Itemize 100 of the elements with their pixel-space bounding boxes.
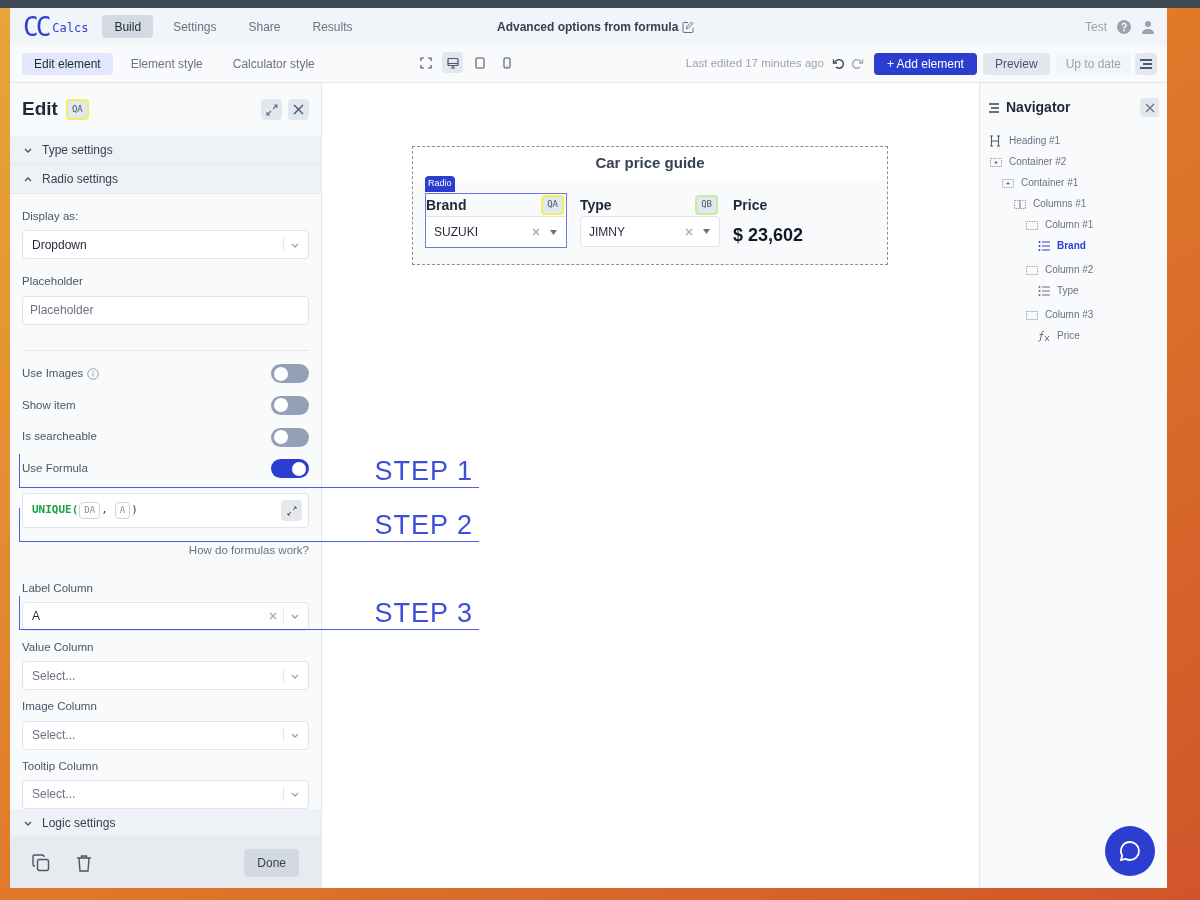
redo-icon[interactable] [850, 57, 864, 70]
toolbar-tab[interactable]: Element style [118, 52, 215, 75]
navigator-item[interactable]: Type [988, 280, 1159, 301]
toolbar-tab[interactable]: Calculator style [220, 52, 327, 75]
section-header[interactable]: Radio settings [10, 165, 321, 194]
toggle-label: Use Images [22, 365, 84, 381]
navigator-item[interactable]: Container #2 [988, 151, 1159, 172]
field-label: Value Column [22, 639, 95, 655]
navigator-item[interactable]: Brand [988, 235, 1159, 256]
navigator-item[interactable]: Column #3 [988, 304, 1159, 325]
element-type-tag: Radio [425, 176, 455, 192]
panel-title: Edit [22, 97, 58, 122]
dropdown-field[interactable]: SUZUKI [426, 216, 566, 247]
field-label: Display as: [22, 209, 80, 224]
field-label: Placeholder [22, 274, 84, 290]
expand-arrows-icon [265, 103, 278, 116]
formula-token: DA [79, 501, 101, 520]
dropdown-field[interactable]: Select... [22, 779, 309, 809]
formula-function: UNIQUE( [32, 502, 79, 519]
close-icon [1144, 102, 1155, 113]
navigator-item[interactable]: Columns #1 [988, 193, 1159, 214]
columns-icon [1014, 197, 1026, 210]
help-link[interactable]: How do formulas work? [188, 542, 309, 560]
close-button[interactable] [1140, 98, 1159, 117]
menu-button[interactable] [1135, 52, 1157, 75]
formula-editor[interactable]: UNIQUE( DA , A ) [22, 492, 309, 529]
price-value: $ 23,602 [733, 224, 804, 247]
expand-button[interactable] [261, 99, 282, 120]
trash-icon[interactable] [76, 854, 92, 872]
document-title: Advanced options from formula [497, 19, 679, 36]
dropdown-field[interactable]: Select... [22, 720, 309, 750]
question-badge: QA [541, 195, 564, 215]
navigator-item[interactable]: Price [988, 325, 1159, 346]
duplicate-icon[interactable] [32, 854, 50, 872]
close-icon [293, 104, 304, 115]
field-label: Type [580, 195, 612, 215]
nav-tab[interactable]: Results [300, 15, 365, 38]
dropdown-field[interactable]: Select... [22, 661, 309, 691]
container-icon [1002, 176, 1014, 189]
nav-tab[interactable]: Share [236, 15, 293, 38]
close-button[interactable] [288, 99, 309, 120]
section-header[interactable]: Type settings [10, 136, 321, 165]
formula-paren: ) [131, 502, 138, 519]
last-edited-text: Last edited 17 minutes ago [685, 55, 824, 71]
column-icon [1026, 218, 1038, 231]
list-icon [1038, 239, 1050, 252]
toggle-switch[interactable] [271, 427, 309, 447]
section-header[interactable]: Logic settings [10, 809, 321, 838]
list-icon [1038, 284, 1050, 297]
preview-button[interactable]: Preview [982, 52, 1050, 75]
chat-bubble-icon [1119, 840, 1141, 862]
column-icon [1026, 308, 1038, 321]
clear-icon [685, 227, 693, 236]
dropdown-field[interactable]: A [22, 601, 309, 631]
question-badge: QB [695, 195, 718, 215]
device-view-button[interactable] [442, 52, 463, 73]
step-label: STEP 1 [374, 458, 473, 485]
field-label: Brand [426, 195, 467, 215]
form-field[interactable]: Type QB JIMNY [579, 193, 721, 248]
toolbar-tab[interactable]: Edit element [22, 52, 113, 75]
toggle-switch[interactable] [271, 395, 309, 415]
expand-formula-button[interactable] [281, 500, 302, 521]
column-icon [1026, 263, 1038, 276]
menu-icon [1139, 57, 1153, 70]
navigator-item[interactable]: Heading #1 [988, 130, 1159, 151]
tablet-icon [473, 56, 486, 69]
undo-icon[interactable] [831, 57, 845, 70]
clear-icon [269, 612, 277, 621]
calculator-title: Car price guide [594, 153, 706, 174]
mobile-phone-icon [500, 56, 513, 69]
formula-separator: , [101, 502, 108, 519]
step-label: STEP 3 [374, 600, 473, 627]
done-button[interactable]: Done [244, 849, 299, 877]
toggle-switch[interactable] [271, 459, 309, 479]
toggle-label: Show item [22, 397, 76, 413]
menu-icon [988, 102, 1000, 113]
logo-text: Calcs [52, 19, 89, 37]
field-label: Label Column [22, 580, 94, 596]
toggle-label: Is searcheable [22, 429, 97, 445]
caret-down-icon [703, 229, 710, 234]
user-name: Test [1085, 18, 1107, 36]
nav-tab[interactable]: Settings [161, 15, 229, 38]
navigator-item[interactable]: Column #1 [988, 214, 1159, 235]
navigator-item[interactable]: Column #2 [988, 259, 1159, 280]
caret-down-icon [550, 229, 557, 235]
form-field[interactable]: Brand QA SUZUKI [425, 193, 567, 248]
dropdown-field[interactable]: Dropdown [22, 230, 309, 260]
function-icon [1038, 329, 1050, 342]
toggle-switch[interactable] [271, 364, 309, 383]
nav-tab[interactable]: Build [102, 15, 154, 38]
help-icon[interactable] [1117, 19, 1131, 34]
navigator-item[interactable]: Container #1 [988, 172, 1159, 193]
user-icon[interactable] [1141, 19, 1155, 34]
edit-icon[interactable] [682, 21, 695, 33]
placeholder-input-field[interactable]: Placeholder [22, 295, 309, 325]
add-element-button[interactable]: + Add element [873, 52, 977, 75]
formula-token: A [114, 501, 131, 520]
logo-mark: CC [23, 13, 49, 40]
field-label: Price [733, 195, 769, 215]
dropdown-field[interactable]: JIMNY [580, 216, 720, 247]
